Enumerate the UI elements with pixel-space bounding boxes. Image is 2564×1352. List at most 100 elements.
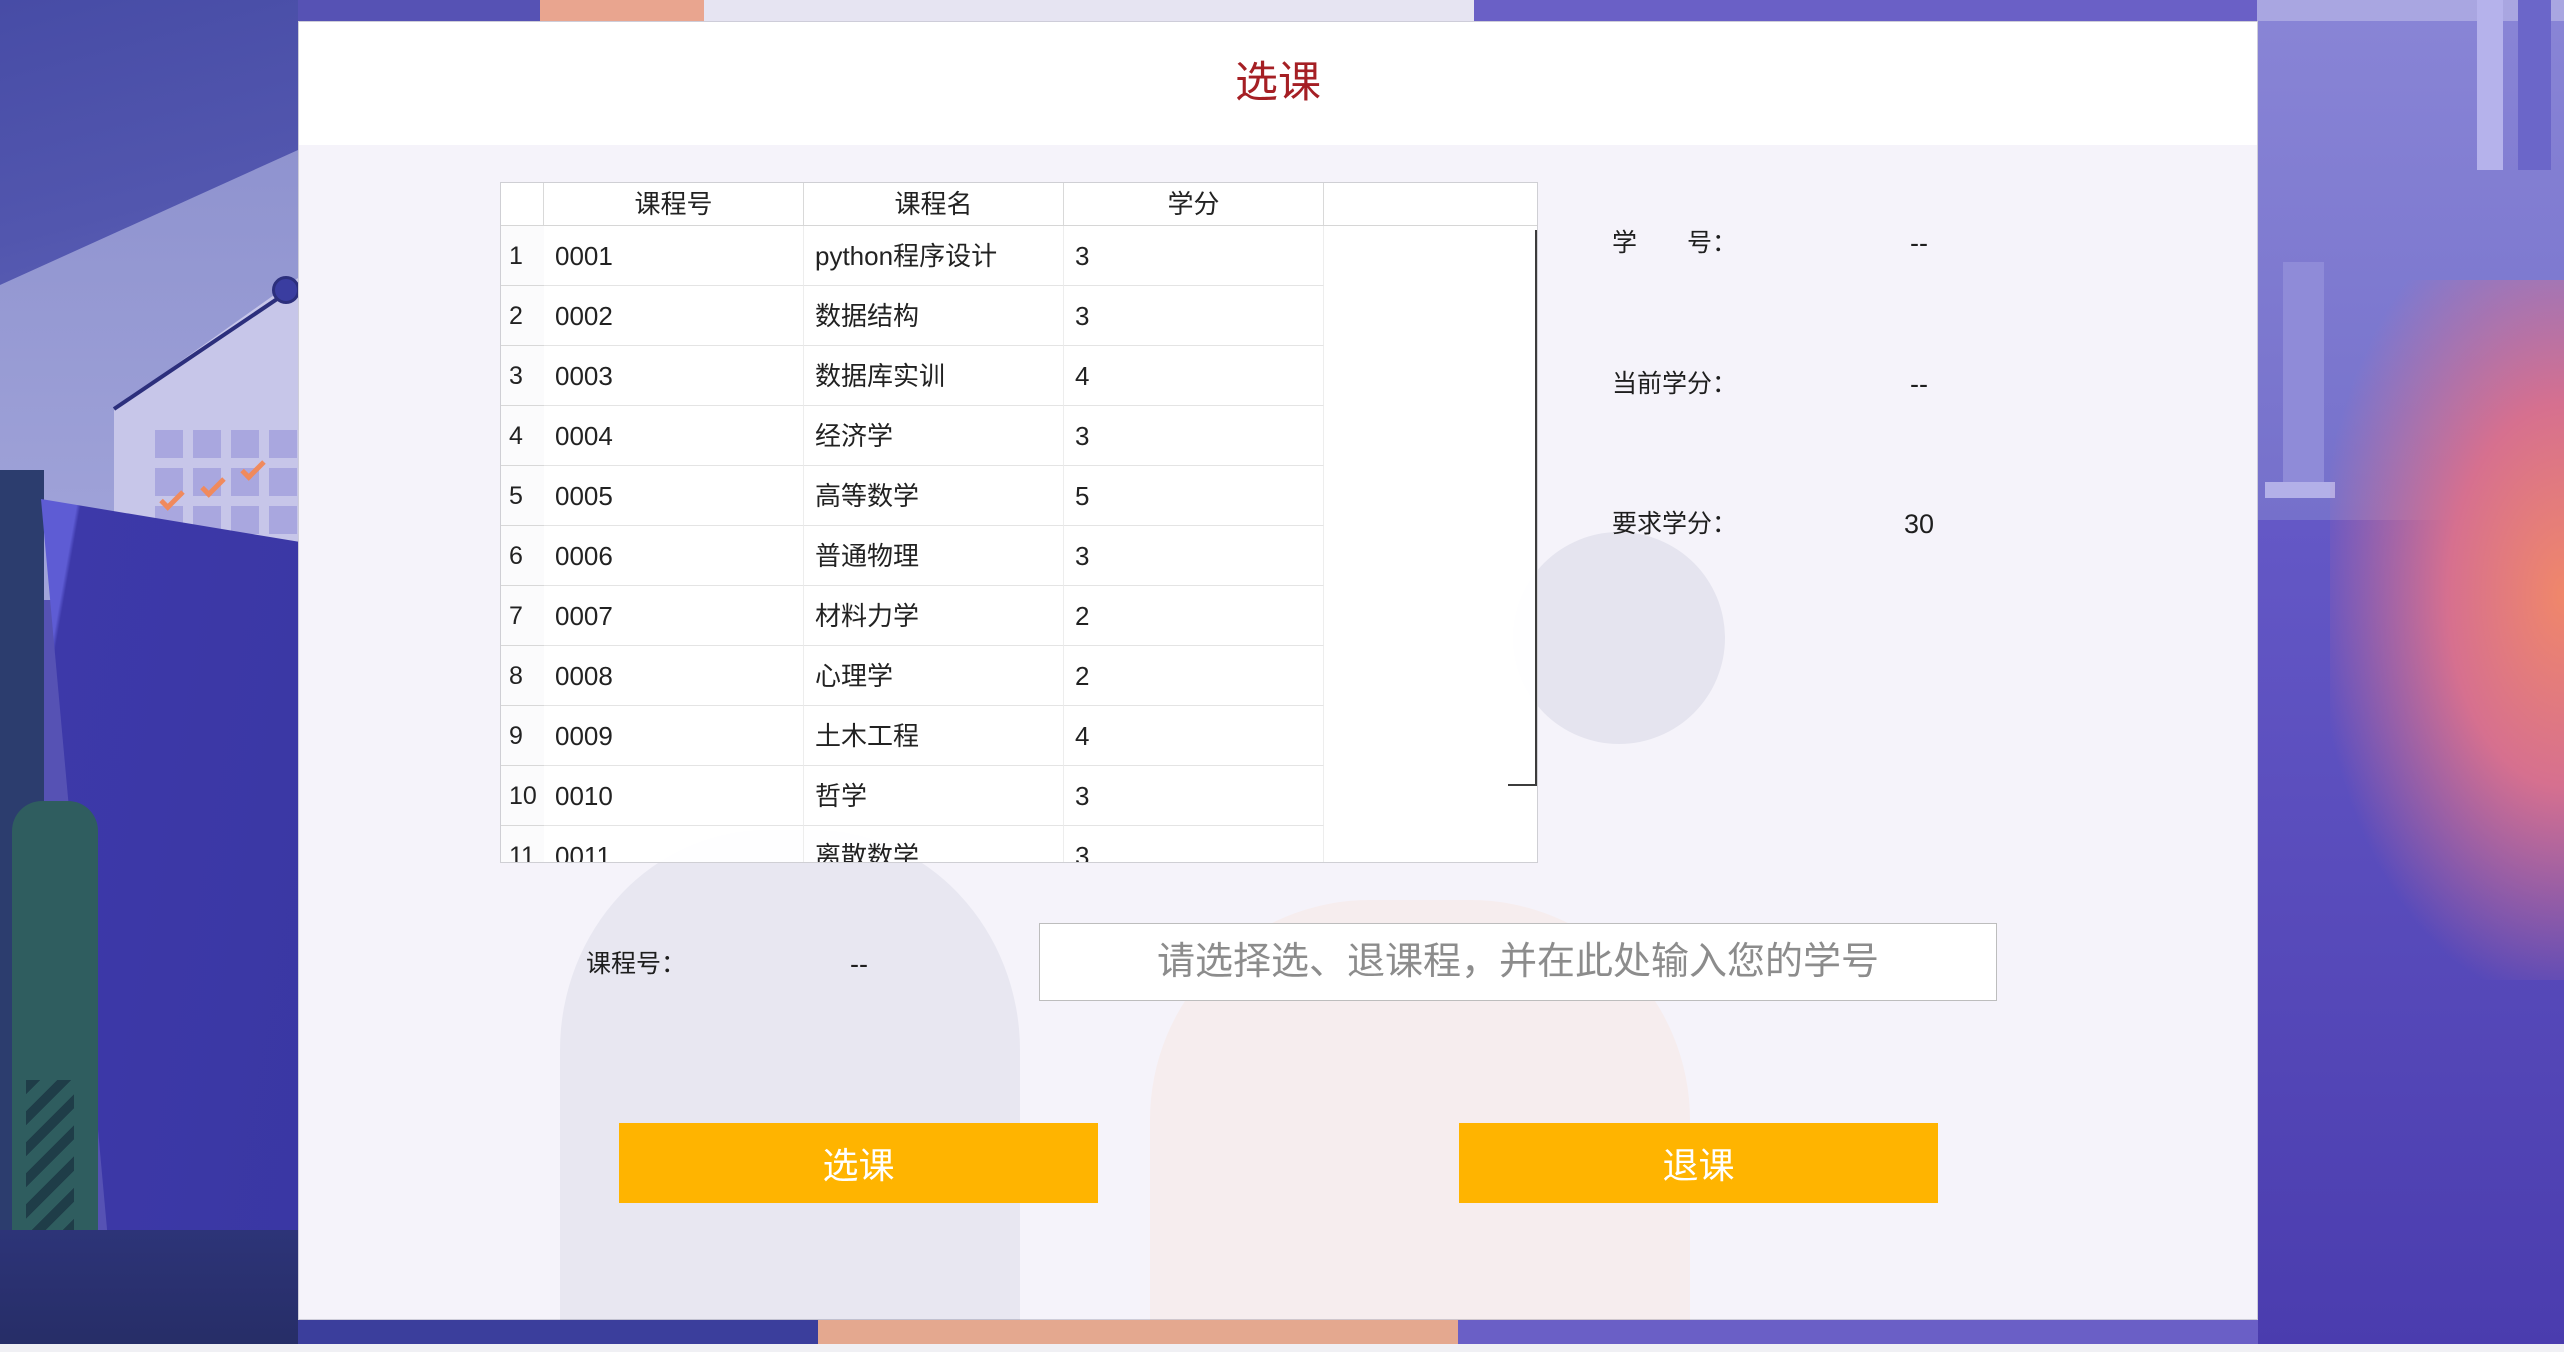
background-strip bbox=[1458, 1320, 2258, 1344]
cell-course-name[interactable]: 土木工程 bbox=[804, 706, 1064, 766]
background-strip bbox=[298, 1320, 818, 1344]
row-number[interactable]: 1 bbox=[501, 226, 544, 286]
row-number[interactable]: 4 bbox=[501, 406, 544, 466]
table-row[interactable]: 8 0008 心理学 2 bbox=[501, 646, 1537, 706]
cell-course-name[interactable]: 数据库实训 bbox=[804, 346, 1064, 406]
table-row[interactable]: 9 0009 土木工程 4 bbox=[501, 706, 1537, 766]
course-selection-panel: 选课 课程号 课程名 学分 1 0001 python程序设计 3 2 0002… bbox=[298, 21, 2258, 1320]
cell-course-name[interactable]: 心理学 bbox=[804, 646, 1064, 706]
panel-body: 课程号 课程名 学分 1 0001 python程序设计 3 2 0002 数据… bbox=[299, 145, 2257, 1319]
course-table[interactable]: 课程号 课程名 学分 1 0001 python程序设计 3 2 0002 数据… bbox=[500, 182, 1538, 863]
cell-credit[interactable]: 2 bbox=[1064, 586, 1324, 646]
table-row[interactable]: 7 0007 材料力学 2 bbox=[501, 586, 1537, 646]
row-number[interactable]: 11 bbox=[501, 826, 544, 862]
table-row[interactable]: 11 0011 离散数学 3 bbox=[501, 826, 1537, 862]
cell-credit[interactable]: 3 bbox=[1064, 286, 1324, 346]
background-strip bbox=[0, 1344, 2564, 1352]
grid-cell bbox=[269, 430, 297, 458]
header-corner[interactable] bbox=[501, 183, 544, 225]
cell-filler bbox=[1324, 346, 1537, 406]
cell-course-id[interactable]: 0011 bbox=[544, 826, 804, 862]
grid-cell bbox=[269, 468, 297, 496]
cell-filler bbox=[1324, 226, 1537, 286]
cell-credit[interactable]: 3 bbox=[1064, 226, 1324, 286]
floor-shape bbox=[0, 1230, 298, 1352]
course-id-label: 课程号： bbox=[586, 950, 687, 978]
background-strip bbox=[818, 1320, 1458, 1344]
required-credit-value: 30 bbox=[1903, 509, 1935, 539]
cell-course-id[interactable]: 0002 bbox=[544, 286, 804, 346]
table-row[interactable]: 3 0003 数据库实训 4 bbox=[501, 346, 1537, 406]
student-id-input[interactable] bbox=[1039, 923, 1997, 1001]
cell-course-name[interactable]: 经济学 bbox=[804, 406, 1064, 466]
grid-cell bbox=[155, 430, 183, 458]
cell-filler bbox=[1324, 526, 1537, 586]
row-number[interactable]: 7 bbox=[501, 586, 544, 646]
cell-course-name[interactable]: python程序设计 bbox=[804, 226, 1064, 286]
column-header-course-id[interactable]: 课程号 bbox=[544, 183, 804, 225]
cell-course-id[interactable]: 0009 bbox=[544, 706, 804, 766]
row-number[interactable]: 3 bbox=[501, 346, 544, 406]
row-number[interactable]: 6 bbox=[501, 526, 544, 586]
cell-course-name[interactable]: 哲学 bbox=[804, 766, 1064, 826]
row-number[interactable]: 9 bbox=[501, 706, 544, 766]
cell-credit[interactable]: 3 bbox=[1064, 826, 1324, 862]
cell-credit[interactable]: 5 bbox=[1064, 466, 1324, 526]
table-body: 1 0001 python程序设计 3 2 0002 数据结构 3 3 0003… bbox=[501, 226, 1537, 862]
drop-course-button[interactable]: 退课 bbox=[1459, 1123, 1938, 1203]
cell-filler bbox=[1324, 826, 1537, 862]
table-header: 课程号 课程名 学分 bbox=[501, 183, 1537, 226]
cell-credit[interactable]: 4 bbox=[1064, 346, 1324, 406]
cell-course-name[interactable]: 材料力学 bbox=[804, 586, 1064, 646]
shelf-post-illustration bbox=[2477, 0, 2503, 170]
table-row[interactable]: 2 0002 数据结构 3 bbox=[501, 286, 1537, 346]
cell-course-id[interactable]: 0001 bbox=[544, 226, 804, 286]
cell-course-id[interactable]: 0006 bbox=[544, 526, 804, 586]
cell-filler bbox=[1324, 586, 1537, 646]
cell-filler bbox=[1324, 466, 1537, 526]
row-number[interactable]: 5 bbox=[501, 466, 544, 526]
cell-course-id[interactable]: 0007 bbox=[544, 586, 804, 646]
cell-course-id[interactable]: 0005 bbox=[544, 466, 804, 526]
cell-credit[interactable]: 2 bbox=[1064, 646, 1324, 706]
cell-filler bbox=[1324, 286, 1537, 346]
row-number[interactable]: 8 bbox=[501, 646, 544, 706]
cell-course-id[interactable]: 0003 bbox=[544, 346, 804, 406]
grid-cell bbox=[269, 506, 297, 534]
table-row[interactable]: 6 0006 普通物理 3 bbox=[501, 526, 1537, 586]
table-row[interactable]: 4 0004 经济学 3 bbox=[501, 406, 1537, 466]
panel-header: 选课 bbox=[299, 22, 2257, 145]
table-scrollbar[interactable] bbox=[1508, 230, 1537, 786]
grid-cell bbox=[231, 506, 259, 534]
cell-credit[interactable]: 3 bbox=[1064, 406, 1324, 466]
row-number[interactable]: 10 bbox=[501, 766, 544, 826]
cell-credit[interactable]: 3 bbox=[1064, 766, 1324, 826]
student-id-label: 学 号： bbox=[1612, 229, 1738, 257]
required-credit-label: 要求学分： bbox=[1612, 510, 1738, 538]
row-number[interactable]: 2 bbox=[501, 286, 544, 346]
chair-detail-illustration bbox=[26, 1080, 74, 1250]
select-course-button[interactable]: 选课 bbox=[619, 1123, 1098, 1203]
table-row[interactable]: 1 0001 python程序设计 3 bbox=[501, 226, 1537, 286]
cell-course-id[interactable]: 0004 bbox=[544, 406, 804, 466]
cell-course-id[interactable]: 0008 bbox=[544, 646, 804, 706]
cell-course-name[interactable]: 离散数学 bbox=[804, 826, 1064, 862]
background-strip bbox=[540, 0, 704, 21]
table-row[interactable]: 10 0010 哲学 3 bbox=[501, 766, 1537, 826]
cell-filler bbox=[1324, 766, 1537, 826]
cell-course-id[interactable]: 0010 bbox=[544, 766, 804, 826]
column-header-course-name[interactable]: 课程名 bbox=[804, 183, 1064, 225]
cell-credit[interactable]: 3 bbox=[1064, 526, 1324, 586]
column-header-credit[interactable]: 学分 bbox=[1064, 183, 1324, 225]
cell-credit[interactable]: 4 bbox=[1064, 706, 1324, 766]
cell-course-name[interactable]: 数据结构 bbox=[804, 286, 1064, 346]
cell-filler bbox=[1324, 646, 1537, 706]
cell-course-name[interactable]: 普通物理 bbox=[804, 526, 1064, 586]
table-row[interactable]: 5 0005 高等数学 5 bbox=[501, 466, 1537, 526]
current-credit-value: -- bbox=[1910, 369, 1928, 399]
grid-cell bbox=[193, 430, 221, 458]
background-strip bbox=[704, 0, 1474, 21]
shelf-illustration bbox=[2265, 482, 2335, 498]
cell-course-name[interactable]: 高等数学 bbox=[804, 466, 1064, 526]
header-filler bbox=[1324, 183, 1537, 225]
